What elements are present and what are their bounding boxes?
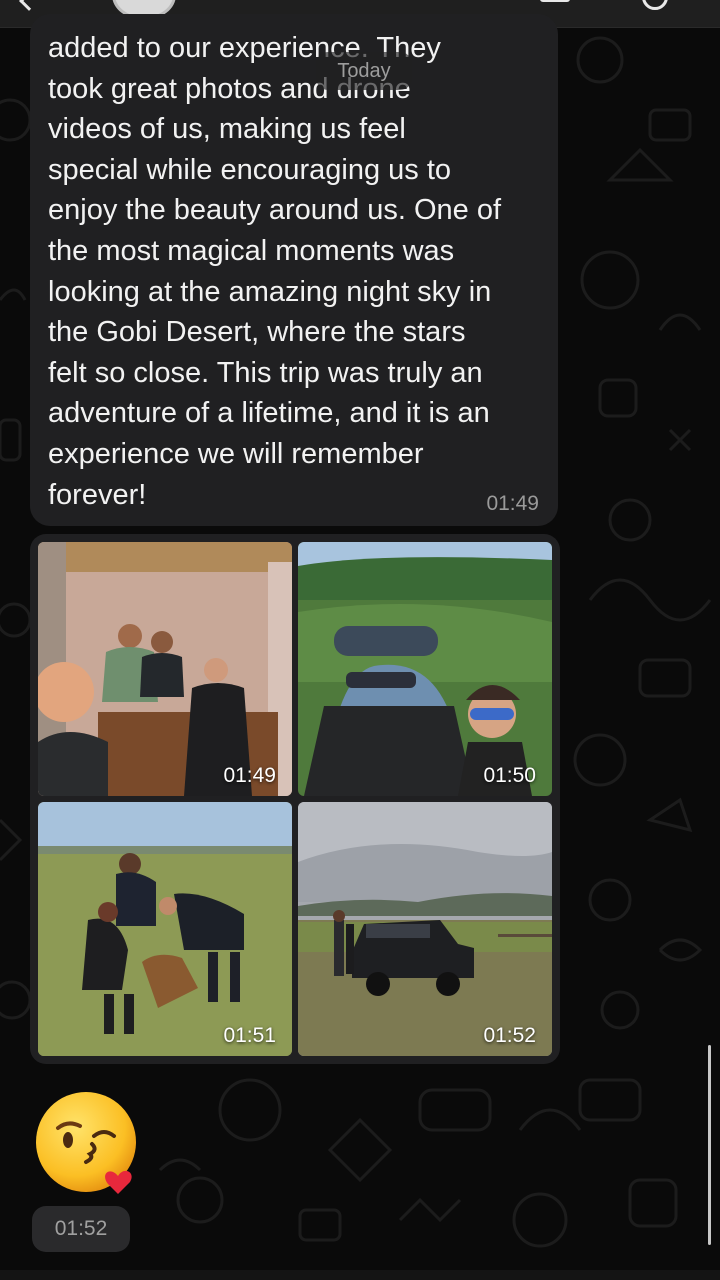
- message-timestamp: 01:49: [486, 492, 539, 515]
- suv-grassland-image: [298, 802, 552, 1056]
- album-photo[interactable]: 01:51: [38, 802, 292, 1056]
- photo-timestamp: 01:49: [223, 764, 276, 787]
- steppe-dog-image: [38, 802, 292, 1056]
- bottom-edge: [0, 1270, 720, 1280]
- emoji-message[interactable]: [34, 1088, 144, 1198]
- album-photo[interactable]: 01:49: [38, 542, 292, 796]
- photo-timestamp: 01:52: [483, 1024, 536, 1047]
- photo-timestamp: 01:51: [223, 1024, 276, 1047]
- message-text: added to our experience. They took great…: [48, 32, 502, 511]
- menu-icon[interactable]: [642, 0, 668, 10]
- photo-album: 01:49 01:50 01:51 01:52: [30, 534, 560, 1064]
- forest-selfie-image: [298, 542, 552, 796]
- date-separator: Today: [316, 52, 412, 90]
- chat-screen: added to our experience. They took great…: [0, 0, 720, 1280]
- album-photo[interactable]: 01:52: [298, 802, 552, 1056]
- face-blowing-kiss-emoji: [36, 1092, 136, 1194]
- back-arrow-icon[interactable]: [19, 0, 39, 11]
- scrollbar[interactable]: [708, 1045, 711, 1245]
- call-icon[interactable]: [540, 0, 570, 2]
- photo-timestamp: 01:50: [483, 764, 536, 787]
- group-selfie-image: [38, 542, 292, 796]
- emoji-timestamp: 01:52: [32, 1206, 130, 1252]
- album-photo[interactable]: 01:50: [298, 542, 552, 796]
